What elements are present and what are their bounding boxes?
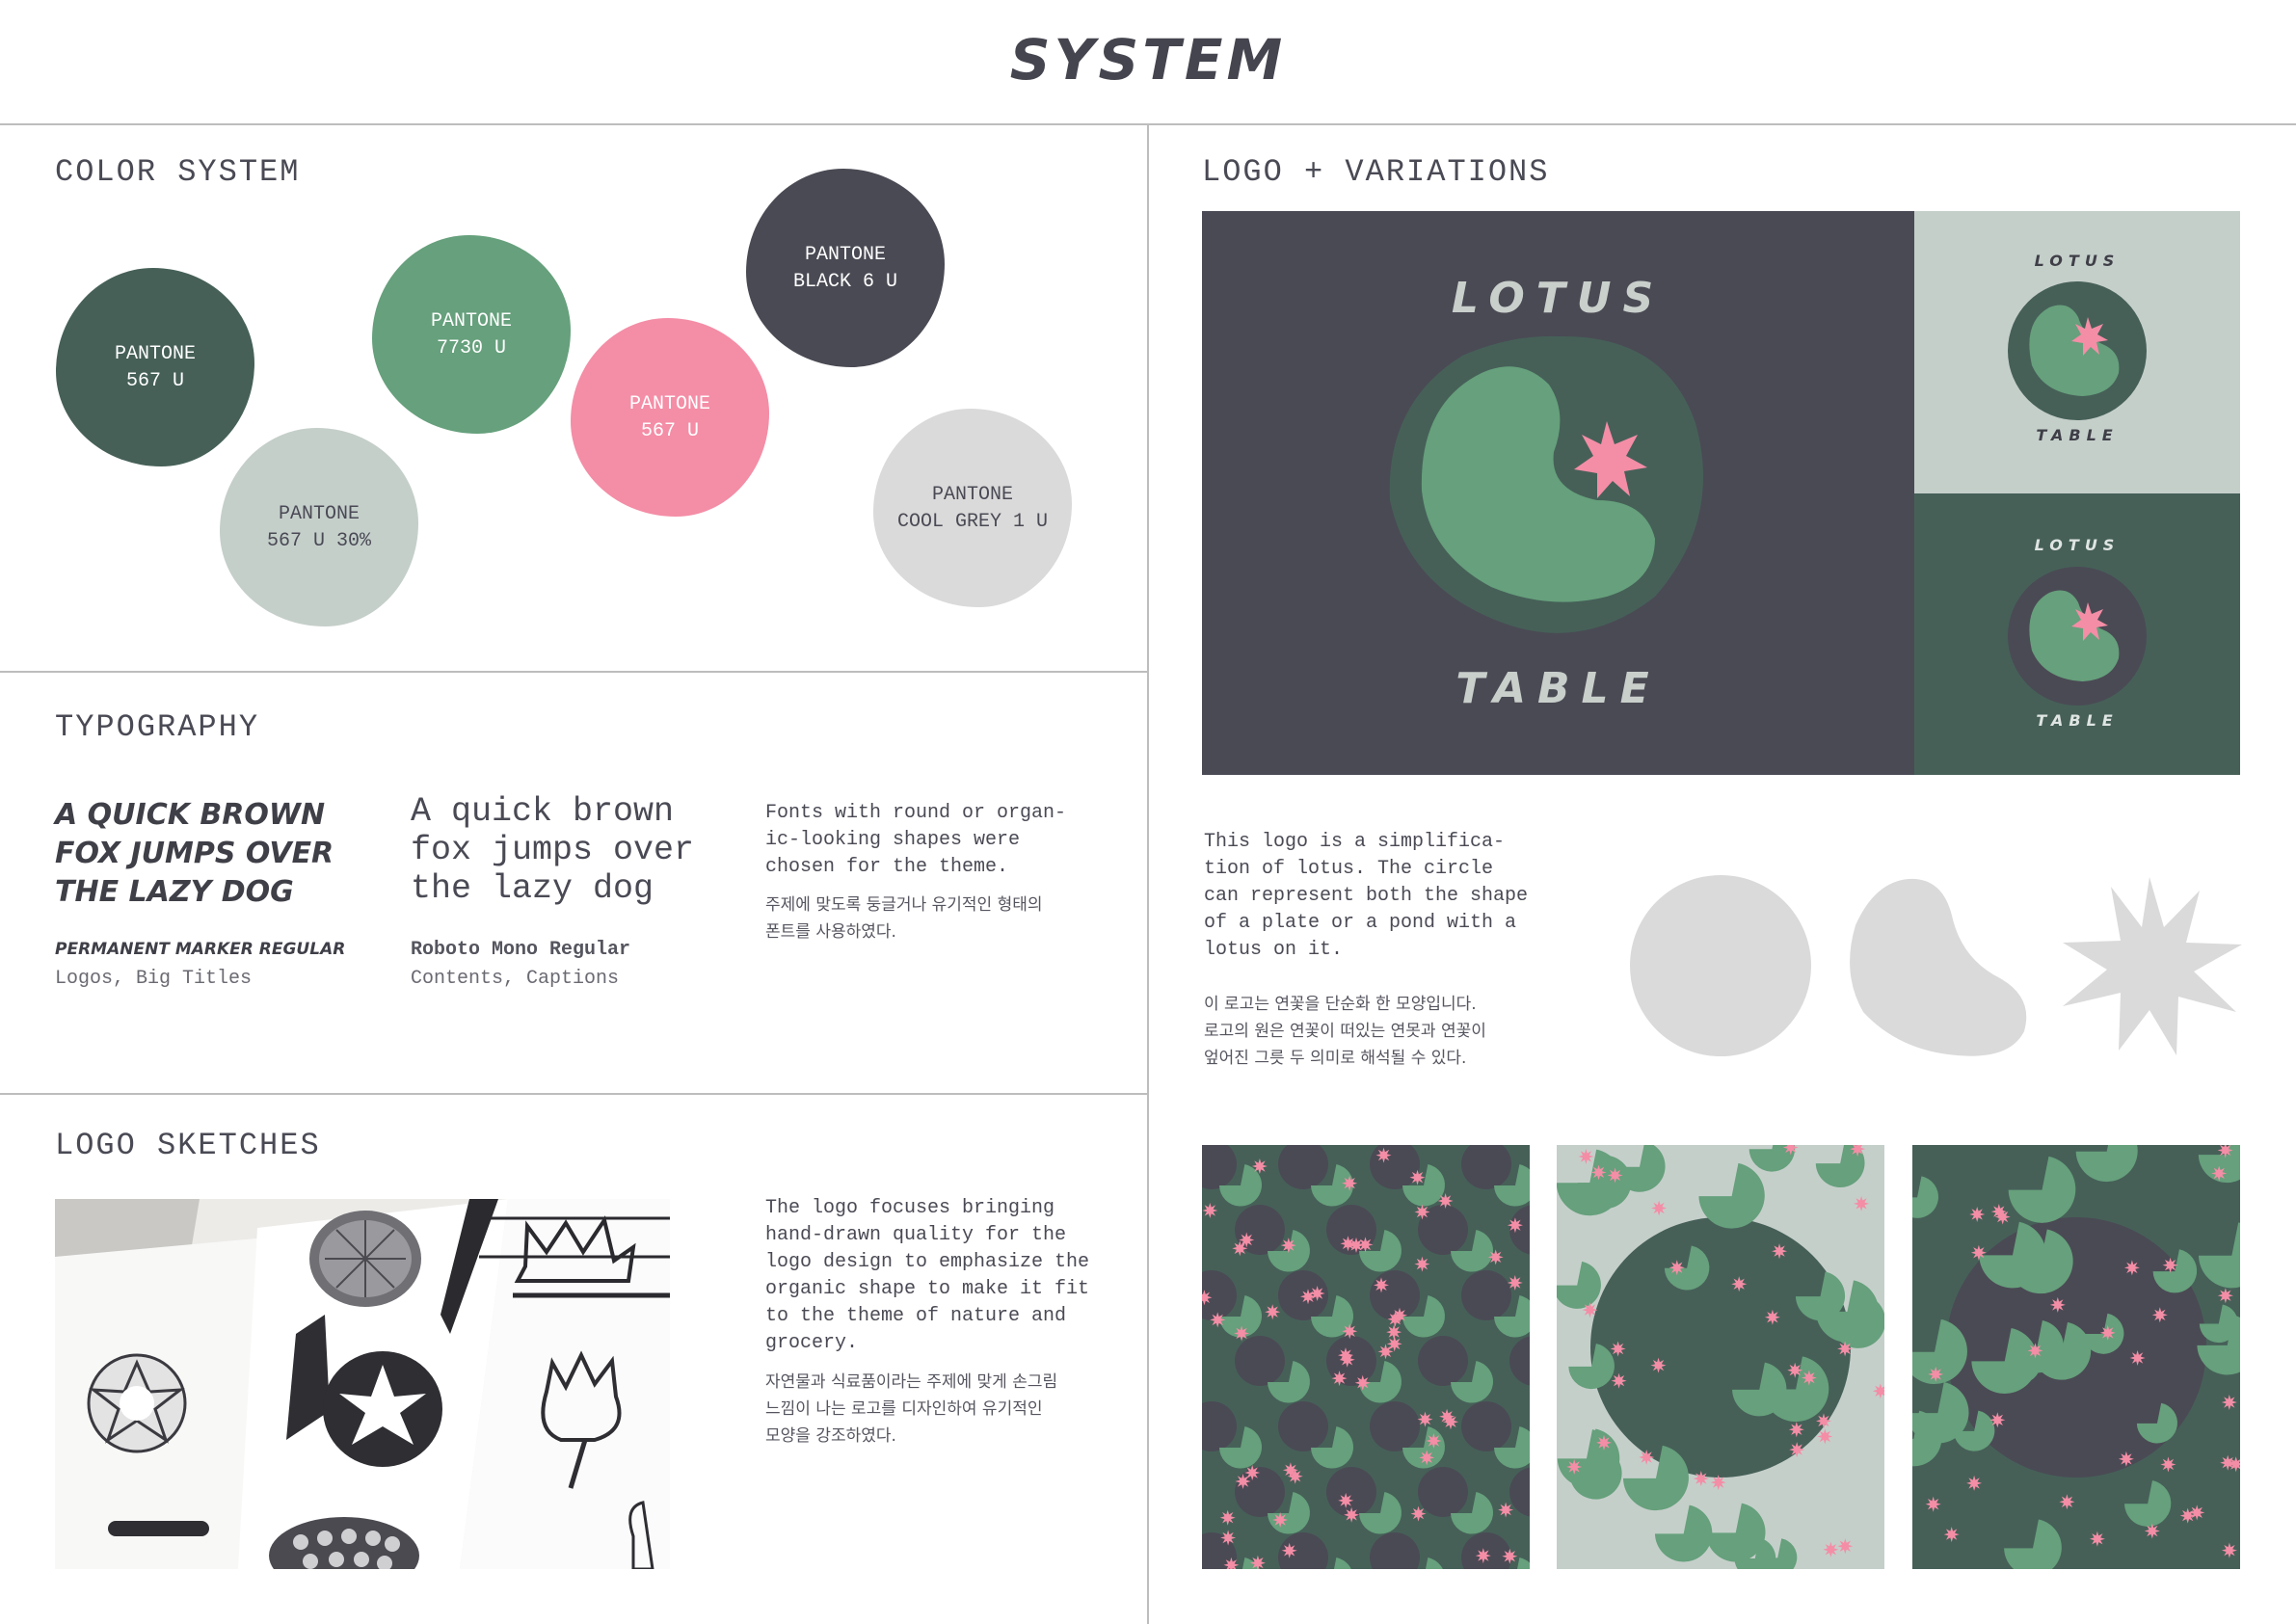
shape-flower: [2063, 877, 2242, 1055]
marker-font-sample: A QUICK BROWN FOX JUMPS OVER THE LAZY DO…: [55, 796, 334, 912]
logo-description-korean: 이 로고는 연꽃을 단순화 한 모양입니다. 로고의 원은 연꽃이 떠있는 연못…: [1204, 995, 1486, 1068]
swatch-pantone-7730: PANTONE 7730 U: [372, 235, 571, 434]
swatch-pantone-pink: PANTONE 567 U: [571, 318, 769, 517]
marker-sample-line: FOX JUMPS OVER: [55, 837, 334, 870]
pattern-dot: [1235, 1336, 1285, 1386]
pattern-dot: [1278, 1401, 1328, 1451]
pattern-tile-3: [1912, 1145, 2240, 1569]
swatch-pantone-cool-grey: PANTONE COOL GREY 1 U: [873, 409, 1072, 607]
logo-variations-title: LOGO + VARIATIONS: [1202, 154, 1550, 190]
pattern-dot: [1461, 1401, 1511, 1451]
section-divider-2: [0, 1093, 1147, 1095]
logo-word-top: LOTUS: [2034, 536, 2121, 554]
main-logo-panel: LOTUS TABLE: [1202, 211, 1914, 775]
pattern-flower: [1426, 1433, 1442, 1449]
shape-pad: [1850, 878, 2027, 1056]
swatch-pantone-black-6: PANTONE BLACK 6 U: [746, 169, 945, 367]
section-divider-1: [0, 671, 1147, 673]
marker-sample-line: A QUICK BROWN: [55, 798, 326, 832]
mono-font-use: Contents, Captions: [411, 968, 620, 990]
pattern-tile-2: [1557, 1145, 1884, 1569]
marker-font-name: Permanent Marker Regular: [55, 940, 346, 959]
pattern-dot: [1235, 1467, 1285, 1517]
mono-sample-line: the lazy dog: [411, 869, 654, 908]
swatch-label: PANTONE BLACK 6 U: [792, 244, 898, 293]
logo-word-bottom: TABLE: [2036, 711, 2119, 730]
logo-sketches-description-korean: 자연물과 식료품이라는 주제에 맞게 손그림 느낌이 나는 로고를 디자인하여 …: [765, 1372, 1058, 1446]
column-divider: [1147, 123, 1149, 1624]
logo-sketches-photo: [55, 1199, 670, 1569]
color-system-title: COLOR SYSTEM: [55, 154, 301, 190]
page-title: SYSTEM: [1009, 27, 1287, 93]
pattern-flower: [1966, 1475, 1983, 1491]
shape-circle: [1630, 875, 1811, 1056]
swatch-pantone-567: PANTONE 567 U: [56, 268, 254, 466]
marker-sample-line: THE LAZY DOG: [55, 875, 294, 909]
logo-word-top: LOTUS: [2034, 252, 2121, 270]
typography-description: Fonts with round or organ- ic-looking sh…: [765, 802, 1067, 878]
logo-sketches-description: The logo focuses bringing hand-drawn qua…: [765, 1197, 1090, 1354]
swatch-label: PANTONE 567 U: [628, 393, 710, 442]
pattern-flower: [2129, 1350, 2146, 1366]
swatch-label: PANTONE 567 U 30%: [266, 503, 372, 552]
swatch-label: PANTONE 7730 U: [430, 310, 512, 359]
pattern-dot: [1418, 1336, 1468, 1386]
logo-variation-light: LOTUS TABLE: [1914, 211, 2240, 493]
mono-font-name: Roboto Mono Regular: [411, 939, 631, 961]
typography-title: TYPOGRAPHY: [55, 709, 260, 745]
logo-sketches-title: LOGO SKETCHES: [55, 1128, 321, 1163]
logo-description: This logo is a simplifica- tion of lotus…: [1204, 831, 1529, 961]
pattern-tile-1: [1202, 1145, 1530, 1569]
pattern-dot: [1418, 1467, 1468, 1517]
pattern-big-circle: [1590, 1217, 1851, 1478]
logo-word-top: LOTUS: [1451, 274, 1666, 323]
typography-description-korean: 주제에 맞도록 둥글거나 유기적인 형태의 폰트를 사용하였다.: [765, 895, 1043, 942]
mono-sample-line: fox jumps over: [411, 831, 695, 869]
logo-shape-breakdown: [1630, 875, 2242, 1056]
logo-word-bottom: TABLE: [1455, 664, 1661, 713]
pattern-flower: [1210, 1312, 1226, 1328]
mono-sample-line: A quick brown: [411, 792, 675, 831]
pattern-dot: [1461, 1270, 1511, 1320]
pattern-dot: [1370, 1401, 1420, 1451]
marker-font-use: Logos, Big Titles: [55, 968, 253, 990]
swatch-pantone-567-30: PANTONE 567 U 30%: [220, 428, 418, 626]
logo-variation-dark: LOTUS TABLE: [1914, 493, 2240, 775]
swatch-label: PANTONE 567 U: [114, 343, 196, 392]
mono-font-sample: A quick brown fox jumps over the lazy do…: [411, 792, 694, 908]
swatch-label: PANTONE COOL GREY 1 U: [896, 484, 1049, 533]
logo-word-bottom: TABLE: [2036, 426, 2119, 444]
